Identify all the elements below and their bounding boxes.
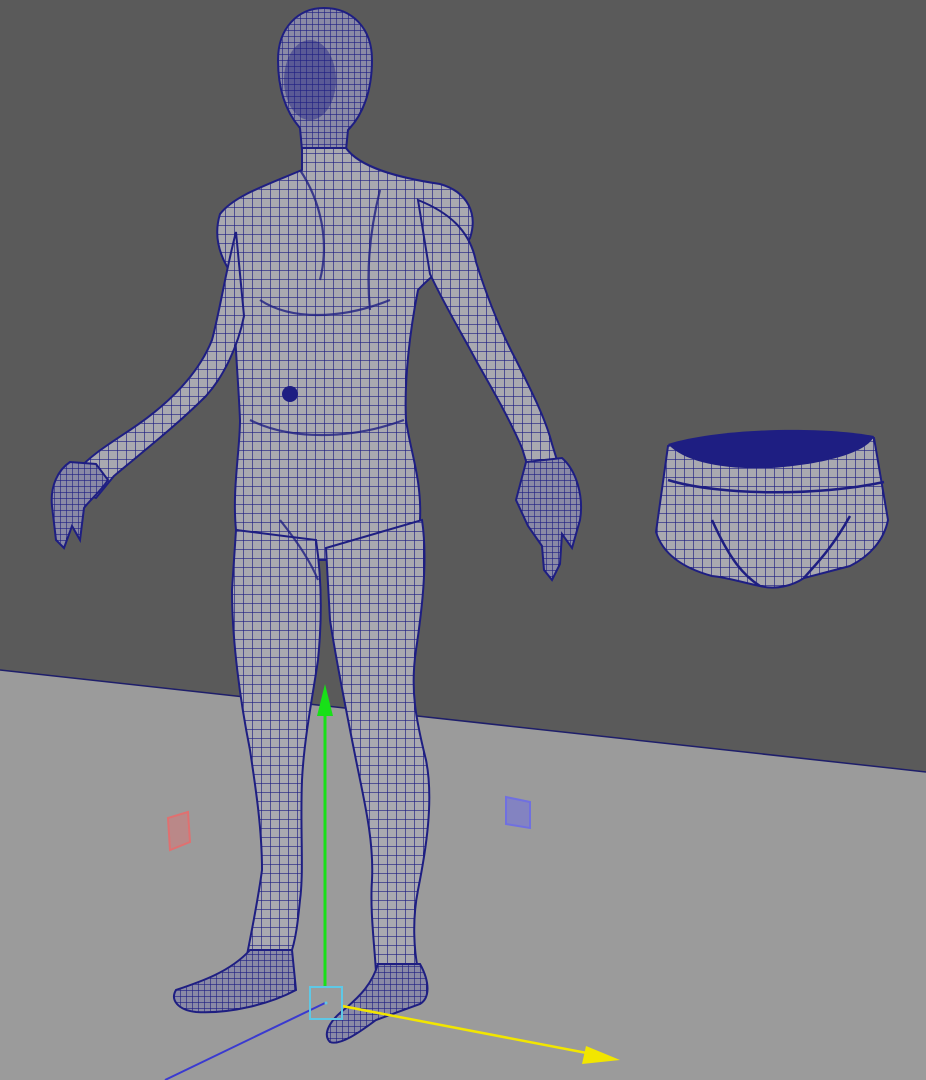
manipulator-z-plane-handle[interactable] bbox=[505, 795, 531, 830]
briefs-mesh[interactable] bbox=[654, 429, 890, 589]
navel-detail bbox=[282, 386, 298, 402]
3d-viewport[interactable] bbox=[0, 0, 926, 1080]
manipulator-x-plane-handle[interactable] bbox=[166, 810, 192, 852]
manipulator-pivot-dot bbox=[324, 1001, 328, 1005]
face-detail bbox=[284, 40, 336, 120]
